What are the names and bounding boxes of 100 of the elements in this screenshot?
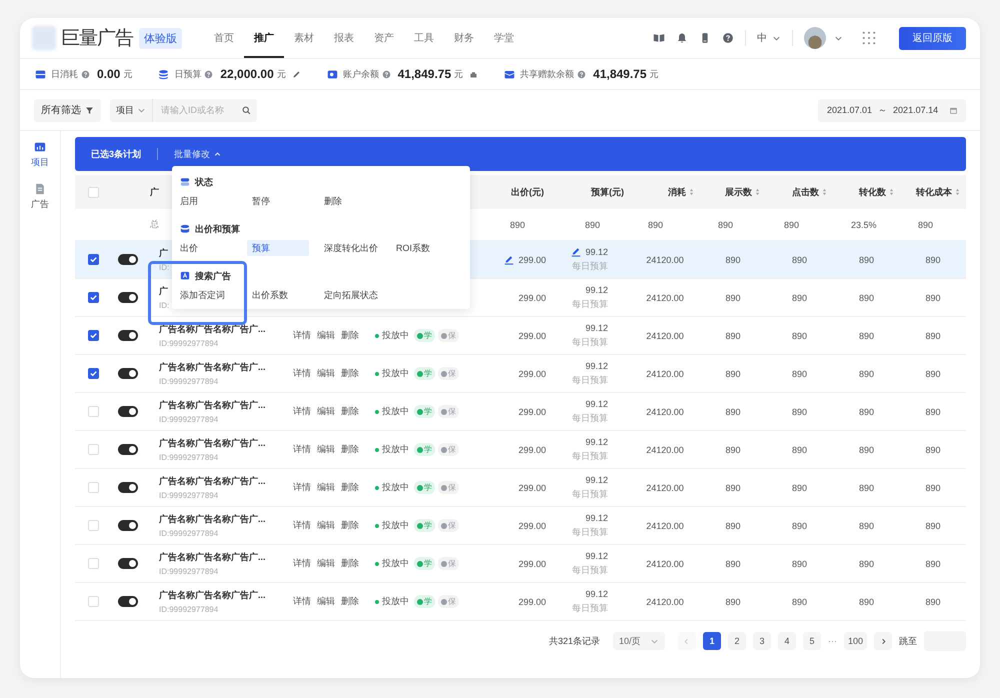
row-action-link[interactable]: 删除 xyxy=(341,405,359,418)
apps-grid-icon[interactable] xyxy=(862,31,876,45)
menu-item[interactable]: 出价系数 xyxy=(247,287,309,303)
menu-item[interactable]: 添加否定词 xyxy=(175,287,237,303)
page-button[interactable]: 4 xyxy=(778,632,796,650)
ad-name[interactable]: 广告名称广告名称广告广... xyxy=(159,437,266,450)
search-icon[interactable] xyxy=(242,106,251,114)
nav-tab[interactable]: 工具 xyxy=(404,18,444,58)
toggle-switch[interactable] xyxy=(118,292,138,303)
pencil-icon[interactable] xyxy=(571,246,582,256)
ad-name[interactable]: 广 xyxy=(159,285,168,298)
search-field[interactable]: 请输入ID或名称 xyxy=(161,105,241,115)
filter-icon[interactable] xyxy=(85,106,94,114)
row-action-link[interactable]: 编辑 xyxy=(317,405,335,418)
return-button[interactable]: 返回原版 xyxy=(899,26,966,50)
column-header[interactable]: 点击数 xyxy=(792,186,827,198)
row-action-link[interactable]: 详情 xyxy=(293,443,311,456)
toggle-switch[interactable] xyxy=(118,254,138,265)
ad-name[interactable]: 广告名称广告名称广告广... xyxy=(159,475,266,488)
help-icon[interactable] xyxy=(722,32,734,44)
toggle-switch[interactable] xyxy=(118,596,138,607)
row-action-link[interactable]: 删除 xyxy=(341,595,359,608)
toggle-switch[interactable] xyxy=(118,406,138,417)
chevron-up-icon[interactable] xyxy=(213,150,222,158)
toggle-switch[interactable] xyxy=(118,330,138,341)
toggle-switch[interactable] xyxy=(118,482,138,493)
help-icon[interactable] xyxy=(382,70,391,78)
nav-tab[interactable]: 素材 xyxy=(284,18,324,58)
help-icon[interactable] xyxy=(204,70,214,78)
ad-name[interactable]: 广告名称广告名称广告广... xyxy=(159,399,266,412)
row-action-link[interactable]: 编辑 xyxy=(317,519,335,532)
checkbox[interactable] xyxy=(88,330,99,341)
column-header[interactable]: 消耗 xyxy=(668,186,694,198)
nav-tab[interactable]: 首页 xyxy=(204,18,244,58)
sidebar-item[interactable]: 广告 xyxy=(31,183,49,211)
column-header[interactable]: 预算(元) xyxy=(591,186,624,198)
row-action-link[interactable]: 详情 xyxy=(293,329,311,342)
row-action-link[interactable]: 详情 xyxy=(293,481,311,494)
table-row[interactable]: 广告名称广告名称广告广... ID:99992977894 详情 编辑 删除 投放中 学 保 299.00 99.12 每日预算 24120.00 890 890 890 890 xyxy=(75,507,966,545)
row-action-link[interactable]: 删除 xyxy=(341,443,359,456)
sidebar-item[interactable]: 项目 xyxy=(31,141,49,169)
help-icon[interactable] xyxy=(577,70,586,78)
row-action-link[interactable]: 编辑 xyxy=(317,329,335,342)
row-action-link[interactable]: 删除 xyxy=(341,329,359,342)
pencil-icon[interactable] xyxy=(504,254,514,264)
page-button[interactable]: 3 xyxy=(752,632,771,650)
nav-tab[interactable]: 推广 xyxy=(244,18,284,58)
toggle-switch[interactable] xyxy=(118,558,138,569)
nav-tab[interactable]: 财务 xyxy=(444,18,484,58)
row-action-link[interactable]: 编辑 xyxy=(317,367,335,380)
menu-item[interactable]: 出价 xyxy=(175,240,237,256)
table-row[interactable]: 广告名称广告名称广告广... ID:99992977894 详情 编辑 删除 投放中 学 保 299.00 99.12 每日预算 24120.00 890 890 890 890 xyxy=(75,545,966,583)
column-header[interactable]: 转化数 xyxy=(859,186,894,198)
column-header[interactable]: 出价(元) xyxy=(511,186,544,198)
checkbox[interactable] xyxy=(88,292,99,303)
menu-item[interactable]: 暂停 xyxy=(247,193,309,209)
nav-tab[interactable]: 学堂 xyxy=(484,18,524,58)
ad-name[interactable]: 广 xyxy=(159,247,168,260)
row-action-link[interactable]: 删除 xyxy=(341,519,359,532)
bell-icon[interactable] xyxy=(676,32,688,44)
toggle-switch[interactable] xyxy=(118,444,138,455)
ad-name[interactable]: 广告名称广告名称广告广... xyxy=(159,513,266,526)
ad-name[interactable]: 广告名称广告名称广告广... xyxy=(159,361,266,374)
page-button[interactable]: 100 xyxy=(844,632,867,650)
row-action-link[interactable]: 删除 xyxy=(341,367,359,380)
row-action-link[interactable]: 详情 xyxy=(293,367,311,380)
table-row[interactable]: 广告名称广告名称广告广... ID:99992977894 详情 编辑 删除 投放中 学 保 299.00 99.12 每日预算 24120.00 890 890 890 890 xyxy=(75,431,966,469)
help-icon[interactable] xyxy=(81,70,90,78)
row-action-link[interactable]: 删除 xyxy=(341,481,359,494)
menu-item[interactable]: 定向拓展状态 xyxy=(319,287,381,303)
column-header[interactable]: 转化成本 xyxy=(916,186,960,198)
book-icon[interactable] xyxy=(653,32,665,44)
language-select[interactable]: 中 xyxy=(757,31,781,45)
date-range-field[interactable]: 2021.07.01 ～ 2021.07.14 xyxy=(818,98,966,122)
document-icon[interactable] xyxy=(34,183,46,195)
pencil-icon[interactable] xyxy=(292,70,301,78)
menu-item[interactable]: 深度转化出价 xyxy=(319,240,381,256)
all-filters-button[interactable]: 所有筛选 xyxy=(34,98,101,122)
toggle-switch[interactable] xyxy=(118,520,138,531)
chart-icon[interactable] xyxy=(34,141,46,153)
page-size-select[interactable]: 10/页 xyxy=(612,632,665,650)
menu-item[interactable]: 删除 xyxy=(319,193,381,209)
ad-name[interactable]: 广告名称广告名称广告广... xyxy=(159,589,266,602)
page-ellipsis[interactable]: ··· xyxy=(828,636,837,646)
toggle-switch[interactable] xyxy=(118,368,138,379)
menu-item[interactable]: ROI系数 xyxy=(391,240,453,256)
nav-tab[interactable]: 报表 xyxy=(324,18,364,58)
row-action-link[interactable]: 删除 xyxy=(341,557,359,570)
scope-select[interactable]: 项目 xyxy=(110,98,153,122)
ad-name[interactable]: 广告名称广告名称广告广... xyxy=(159,551,266,564)
batch-edit-button[interactable]: 批量修改 xyxy=(174,148,222,160)
table-row[interactable]: 广告名称广告名称广告广... ID:99992977894 详情 编辑 删除 投放中 学 保 299.00 99.12 每日预算 24120.00 890 890 890 890 xyxy=(75,583,966,621)
avatar[interactable] xyxy=(804,27,826,49)
row-action-link[interactable]: 详情 xyxy=(293,557,311,570)
checkbox[interactable] xyxy=(88,254,99,265)
table-row[interactable]: 广告名称广告名称广告广... ID:99992977894 详情 编辑 删除 投放中 学 保 299.00 99.12 每日预算 24120.00 890 890 890 890 xyxy=(75,469,966,507)
page-button[interactable]: 2 xyxy=(728,632,746,650)
checkbox[interactable] xyxy=(88,368,99,379)
calendar-icon[interactable] xyxy=(949,106,958,114)
page-button[interactable]: 5 xyxy=(802,632,821,650)
